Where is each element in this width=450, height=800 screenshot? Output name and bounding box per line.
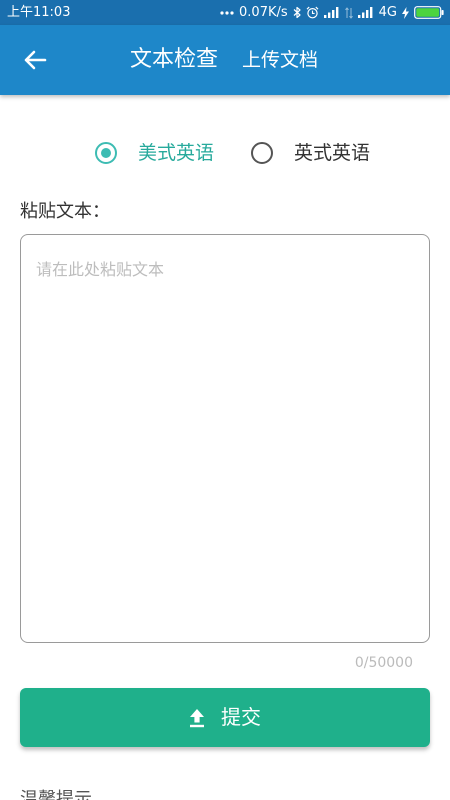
signal-icon bbox=[357, 7, 374, 18]
network-type: 4G bbox=[378, 5, 397, 20]
radio-label-british-english: 英式英语 bbox=[294, 142, 371, 164]
radio-american-english[interactable]: 美式英语 bbox=[95, 140, 214, 166]
arrow-left-icon bbox=[23, 48, 47, 72]
tips-title: 温馨提示 bbox=[20, 789, 92, 800]
radio-label-american-english: 美式英语 bbox=[138, 142, 215, 164]
radio-british-english[interactable]: 英式英语 bbox=[251, 140, 370, 166]
bluetooth-icon bbox=[293, 6, 301, 19]
battery-icon bbox=[414, 6, 444, 19]
paste-text-input[interactable] bbox=[20, 234, 430, 643]
battery-fill bbox=[416, 8, 440, 17]
data-arrows-icon bbox=[344, 6, 353, 19]
upload-icon bbox=[189, 708, 205, 728]
radio-dot bbox=[101, 148, 111, 158]
status-indicators: 0.07K/s 4G bbox=[220, 0, 444, 25]
paste-text-label: 粘贴文本： bbox=[20, 201, 110, 222]
submit-label: 提交 bbox=[221, 705, 261, 729]
submit-button[interactable]: 提交 bbox=[20, 688, 430, 747]
status-time: 上午11:03 bbox=[7, 5, 71, 20]
alarm-icon bbox=[306, 6, 319, 19]
network-speed: 0.07K/s bbox=[239, 5, 288, 20]
radio-circle bbox=[95, 142, 117, 164]
charging-icon bbox=[402, 6, 409, 19]
page-title: 文本检查 bbox=[130, 47, 219, 72]
upload-document-link[interactable]: 上传文档 bbox=[242, 25, 318, 95]
back-button[interactable] bbox=[18, 46, 52, 74]
more-dots-icon bbox=[220, 10, 234, 15]
character-counter: 0/50000 bbox=[354, 655, 413, 671]
status-bar: 上午11:03 0.07K/s 4G bbox=[0, 0, 450, 25]
signal-icon bbox=[323, 7, 340, 18]
radio-circle bbox=[251, 142, 273, 164]
app-header: 文本检查 上传文档 bbox=[0, 25, 450, 95]
